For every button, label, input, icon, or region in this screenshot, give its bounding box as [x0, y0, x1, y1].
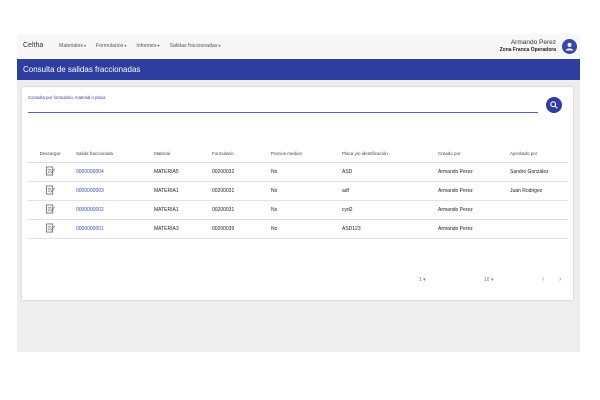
user-icon	[565, 42, 574, 51]
user-org: Zona Franca Operadora	[499, 47, 556, 53]
main-nav: Materiales▾ Formularios▾ Informes▾ Salid…	[59, 43, 220, 49]
nav-materiales[interactable]: Materiales▾	[59, 43, 86, 49]
table-row: 0000000002 MATERIA1 00200031 No cyd2 Arm…	[27, 200, 568, 220]
formulario-cell: 00200031	[209, 200, 268, 220]
formulario-cell: 00200032	[209, 162, 268, 182]
material-cell: MATERIA1	[151, 200, 209, 220]
salida-link[interactable]: 0000000001	[73, 219, 151, 239]
table-row: 0000000004 MATERIA5 00200032 No ASD Arma…	[27, 162, 568, 182]
page-title: Consulta de salidas fraccionadas	[23, 65, 141, 74]
download-edit-icon[interactable]	[45, 185, 55, 195]
table-header-row: Descargar Salida fraccionada Material Fo…	[27, 145, 568, 163]
salida-link[interactable]: 0000000003	[73, 181, 151, 201]
col-formulario[interactable]: Formulario	[209, 145, 268, 163]
salida-link[interactable]: 0000000002	[73, 200, 151, 220]
download-edit-icon[interactable]	[45, 166, 55, 176]
results-table: Descargar Salida fraccionada Material Fo…	[27, 145, 568, 239]
placa-cell: ASD	[339, 162, 435, 182]
aprobado-cell: Juan Rodrigez	[507, 181, 568, 201]
download-cell	[27, 162, 73, 182]
prev-page-icon[interactable]: ‹	[542, 276, 544, 283]
aprobado-cell	[507, 200, 568, 220]
download-cell	[27, 219, 73, 239]
top-navbar: Celtha Materiales▾ Formularios▾ Informes…	[17, 34, 580, 59]
caret-down-icon: ▾	[124, 43, 127, 48]
user-name: Armando Perez	[510, 39, 556, 46]
caret-down-icon: ▾	[490, 277, 494, 283]
nav-formularios[interactable]: Formularios▾	[96, 43, 126, 49]
salida-link[interactable]: 0000000004	[73, 162, 151, 182]
table-row: 0000000001 MATERIA3 00200039 No ASD123 A…	[27, 219, 568, 239]
material-cell: MATERIA3	[151, 219, 209, 239]
nav-salidas-fraccionadas[interactable]: Salidas fraccionadas▾	[170, 43, 221, 49]
caret-down-icon: ▾	[218, 43, 221, 48]
search-button[interactable]	[546, 97, 562, 113]
col-descargar[interactable]: Descargar	[27, 145, 73, 163]
precios-cell: No	[268, 162, 339, 182]
creado-cell: Armando Perez	[435, 219, 507, 239]
formulario-cell: 00200031	[209, 181, 268, 201]
col-placa[interactable]: Placa y/o identificación	[339, 145, 435, 163]
app-window: Celtha Materiales▾ Formularios▾ Informes…	[17, 34, 580, 352]
page-select[interactable]: 1 ▾	[419, 277, 426, 283]
aprobado-cell: Sandro González	[507, 162, 568, 182]
creado-cell: Armando Perez	[435, 200, 507, 220]
col-aprobado[interactable]: Aprobado por	[507, 145, 568, 163]
precios-cell: No	[268, 219, 339, 239]
results-card: Consulta por formulario, material o plac…	[22, 87, 573, 300]
page-header: Consulta de salidas fraccionadas	[17, 59, 580, 80]
pagination: 1 ▾ 10 ▾ ‹ ›	[22, 276, 573, 289]
placa-cell: cyd2	[339, 200, 435, 220]
caret-down-icon: ▾	[423, 277, 426, 283]
precios-cell: No	[268, 200, 339, 220]
table-row: 0000000003 MATERIA1 00200031 No adf Arma…	[27, 181, 568, 201]
formulario-cell: 00200039	[209, 219, 268, 239]
brand-logo[interactable]: Celtha	[23, 42, 43, 49]
download-cell	[27, 181, 73, 201]
col-salida[interactable]: Salida fraccionada	[73, 145, 151, 163]
col-precios[interactable]: Precios medios	[268, 145, 339, 163]
material-cell: MATERIA5	[151, 162, 209, 182]
caret-down-icon: ▾	[83, 43, 86, 48]
precios-cell: No	[268, 181, 339, 201]
placa-cell: ASD123	[339, 219, 435, 239]
col-material[interactable]: Material	[151, 145, 209, 163]
caret-down-icon: ▾	[157, 43, 160, 48]
aprobado-cell	[507, 219, 568, 239]
nav-informes[interactable]: Informes▾	[136, 43, 159, 49]
search-input[interactable]	[28, 100, 538, 113]
col-creado[interactable]: Creado por	[435, 145, 507, 163]
next-page-icon[interactable]: ›	[559, 276, 561, 283]
search-icon	[550, 101, 558, 109]
material-cell: MATERIA1	[151, 181, 209, 201]
page-size-select[interactable]: 10 ▾	[484, 277, 493, 283]
creado-cell: Armando Perez	[435, 181, 507, 201]
download-edit-icon[interactable]	[45, 223, 55, 233]
user-info: Armando Perez Zona Franca Operadora	[500, 39, 556, 53]
creado-cell: Armando Perez	[435, 162, 507, 182]
avatar[interactable]	[562, 39, 577, 54]
download-edit-icon[interactable]	[45, 204, 55, 214]
download-cell	[27, 200, 73, 220]
placa-cell: adf	[339, 181, 435, 201]
